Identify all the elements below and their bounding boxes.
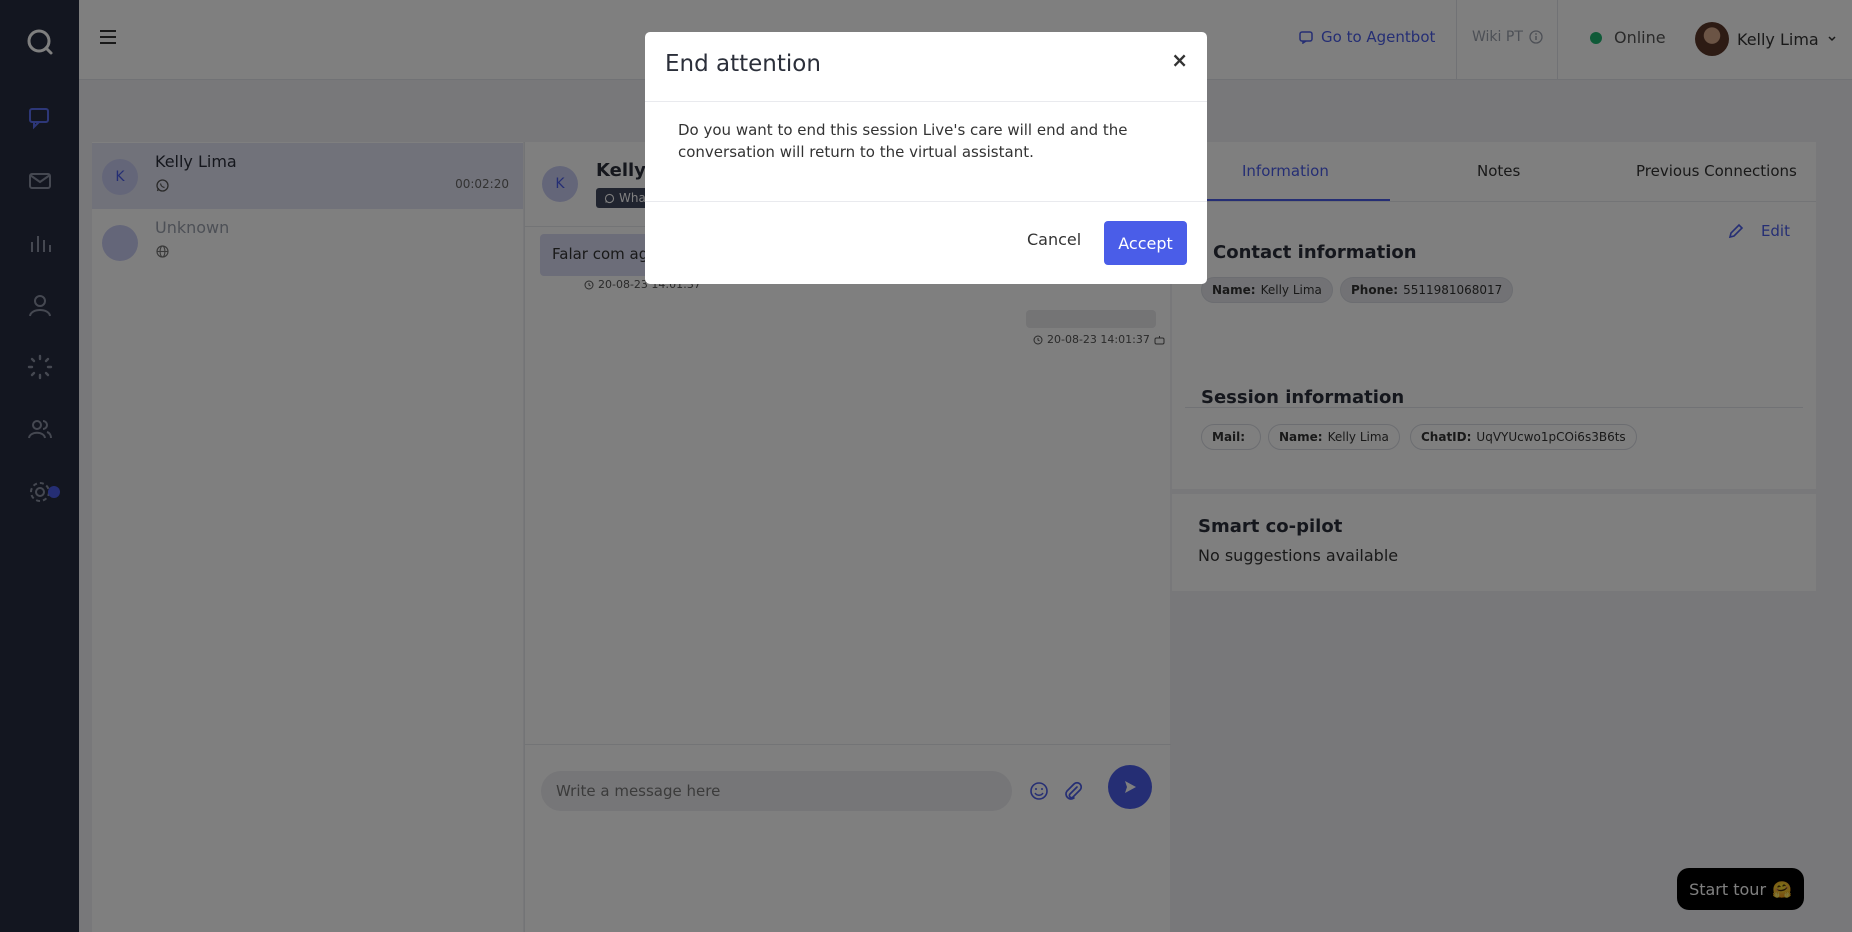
dialog-divider — [645, 101, 1207, 102]
dialog-title: End attention — [665, 51, 821, 77]
accept-button[interactable]: Accept — [1104, 221, 1187, 265]
dialog-message: Do you want to end this session Live's c… — [678, 121, 1128, 161]
close-icon[interactable]: × — [1171, 50, 1188, 70]
cancel-button[interactable]: Cancel — [1027, 230, 1081, 249]
dialog-divider — [645, 201, 1207, 202]
end-attention-dialog: End attention × Do you want to end this … — [645, 32, 1207, 284]
